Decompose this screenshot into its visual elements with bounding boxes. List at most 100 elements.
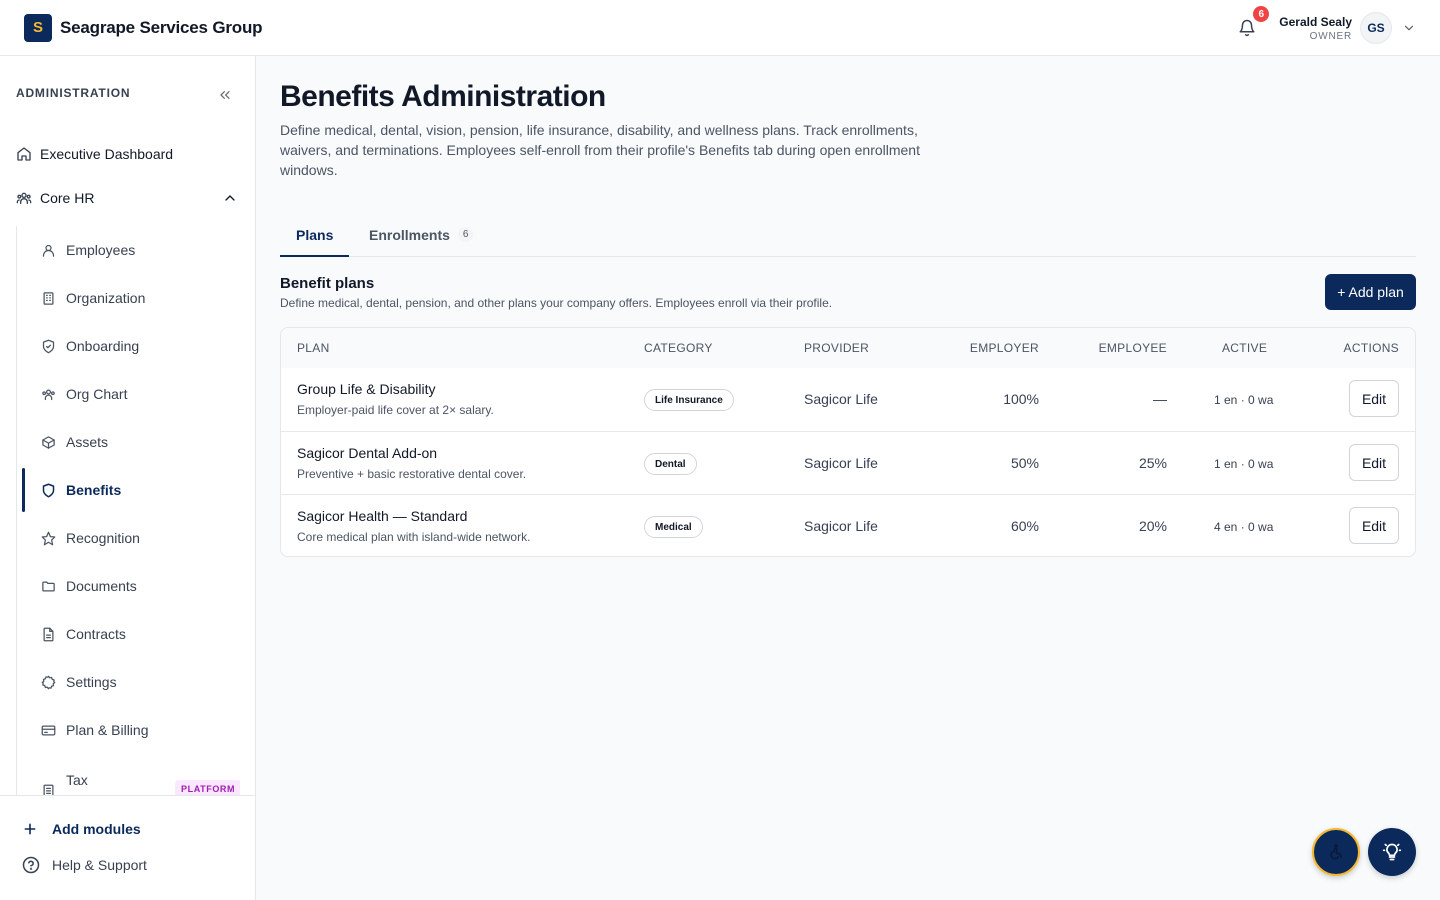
section-title: Benefit plans xyxy=(280,275,375,292)
platform-badge: PLATFORM xyxy=(175,780,240,796)
sidebar-item-label: Tax Reports xyxy=(66,772,115,796)
star-icon xyxy=(41,530,57,546)
sidebar-item-label: Org Chart xyxy=(66,386,128,402)
plan-name: Group Life & Disability xyxy=(297,381,436,397)
table-row: Sagicor Health — Standard Core medical p… xyxy=(281,494,1415,556)
avatar[interactable]: GS xyxy=(1360,12,1392,44)
user-icon xyxy=(41,242,57,258)
notifications-button[interactable]: 6 xyxy=(1235,6,1270,40)
column-header-employer: EMPLOYER xyxy=(969,341,1039,355)
shield-check-icon xyxy=(41,338,57,354)
table-row: Sagicor Dental Add-on Preventive + basic… xyxy=(281,431,1415,494)
sidebar-item-assets[interactable]: Assets xyxy=(17,420,240,464)
provider: Sagicor Life xyxy=(804,518,878,534)
active-count: 4 en · 0 wa xyxy=(1214,520,1274,534)
sidebar-item-documents[interactable]: Documents xyxy=(17,564,240,608)
employee-share: — xyxy=(1153,391,1167,407)
tab-label: Plans xyxy=(296,226,334,243)
section-description: Define medical, dental, pension, and oth… xyxy=(280,296,833,310)
core-hr-subnav: Employees Organization Onboarding Org Ch… xyxy=(16,226,240,796)
users-icon xyxy=(41,386,57,402)
sidebar-item-label: Documents xyxy=(66,578,137,594)
sidebar-item-employees[interactable]: Employees xyxy=(17,228,240,272)
sidebar-item-org-chart[interactable]: Org Chart xyxy=(17,372,240,416)
table-header: PLAN CATEGORY PROVIDER EMPLOYER EMPLOYEE… xyxy=(281,328,1415,368)
sidebar-item-executive-dashboard[interactable]: Executive Dashboard xyxy=(16,146,173,162)
sidebar-item-label: Plan & Billing xyxy=(66,722,149,738)
lightbulb-icon xyxy=(1382,842,1402,862)
brand[interactable]: S Seagrape Services Group xyxy=(24,13,263,42)
edit-button[interactable]: Edit xyxy=(1349,507,1399,544)
card-icon xyxy=(41,722,57,738)
accessibility-button[interactable] xyxy=(1312,828,1360,876)
sidebar-item-benefits[interactable]: Benefits xyxy=(17,468,240,512)
sidebar-item-label: Onboarding xyxy=(66,338,140,354)
category-badge: Dental xyxy=(644,453,697,475)
column-header-employee: EMPLOYEE xyxy=(1098,341,1167,355)
category-badge: Medical xyxy=(644,516,703,538)
sidebar-item-label: Employees xyxy=(66,242,136,258)
sidebar-item-label: Settings xyxy=(66,674,117,690)
edit-button[interactable]: Edit xyxy=(1349,444,1399,481)
file-icon xyxy=(41,626,57,642)
page-title: Benefits Administration xyxy=(280,80,606,113)
tab-enrollments[interactable]: Enrollments 6 xyxy=(369,212,474,257)
sidebar-item-plan-billing[interactable]: Plan & Billing xyxy=(17,708,240,752)
tab-bar: Plans Enrollments 6 xyxy=(280,212,1416,257)
plan-name: Sagicor Health — Standard xyxy=(297,508,468,524)
help-support-link[interactable]: Help & Support xyxy=(22,856,147,874)
box-icon xyxy=(41,434,57,450)
sidebar-group-core-hr[interactable]: Core HR xyxy=(16,190,94,206)
plan-name: Sagicor Dental Add-on xyxy=(297,445,438,461)
tab-plans[interactable]: Plans xyxy=(296,212,333,257)
home-icon xyxy=(16,146,32,162)
accessibility-icon xyxy=(1327,843,1345,861)
chevron-up-icon[interactable] xyxy=(222,190,238,206)
benefit-plans-table: PLAN CATEGORY PROVIDER EMPLOYER EMPLOYEE… xyxy=(280,327,1416,557)
add-plan-button[interactable]: + Add plan xyxy=(1325,274,1416,310)
shield-icon xyxy=(41,482,57,498)
tips-button[interactable] xyxy=(1368,828,1416,876)
sidebar-item-label: Core HR xyxy=(40,190,95,206)
tab-active-underline xyxy=(280,255,349,257)
sidebar-item-label: Recognition xyxy=(66,530,140,546)
folder-icon xyxy=(41,578,57,594)
company-name: Seagrape Services Group xyxy=(60,17,263,37)
plus-icon xyxy=(22,820,40,838)
help-support-label: Help & Support xyxy=(52,857,147,873)
category-badge: Life Insurance xyxy=(644,389,734,411)
sidebar-item-label: Contracts xyxy=(66,626,126,642)
sidebar-item-label: Organization xyxy=(66,290,146,306)
sidebar-item-settings[interactable]: Settings xyxy=(17,660,240,704)
employer-share: 50% xyxy=(1010,455,1039,471)
active-indicator xyxy=(22,468,25,512)
sidebar-item-label: Assets xyxy=(66,434,109,450)
user-role: OWNER xyxy=(1309,30,1352,42)
help-circle-icon xyxy=(22,856,40,874)
gear-icon xyxy=(41,674,57,690)
provider: Sagicor Life xyxy=(804,391,878,407)
column-header-active: ACTIVE xyxy=(1222,341,1268,355)
active-count: 1 en · 0 wa xyxy=(1214,393,1274,407)
sidebar: ADMINISTRATION Executive Dashboard Core … xyxy=(0,56,256,900)
enrollments-count-badge: 6 xyxy=(457,227,474,242)
top-bar: S Seagrape Services Group 6 Gerald Sealy… xyxy=(0,0,1440,56)
user-info[interactable]: Gerald Sealy OWNER xyxy=(1279,15,1352,42)
column-header-plan: PLAN xyxy=(297,341,330,355)
table-row: Group Life & Disability Employer-paid li… xyxy=(281,368,1415,431)
sidebar-item-tax-reports[interactable]: Tax Reports PLATFORM xyxy=(17,766,240,796)
plan-description: Core medical plan with island-wide netwo… xyxy=(297,530,531,544)
edit-button[interactable]: Edit xyxy=(1349,380,1399,417)
plan-description: Employer-paid life cover at 2× salary. xyxy=(297,403,494,417)
column-header-provider: PROVIDER xyxy=(804,341,870,355)
chevron-down-icon[interactable] xyxy=(1402,21,1416,35)
sidebar-item-organization[interactable]: Organization xyxy=(17,276,240,320)
employer-share: 100% xyxy=(1003,391,1039,407)
tab-label: Enrollments xyxy=(369,226,450,243)
add-modules-button[interactable]: Add modules xyxy=(22,820,141,838)
collapse-sidebar-button[interactable] xyxy=(214,84,236,106)
sidebar-item-onboarding[interactable]: Onboarding xyxy=(17,324,240,368)
sidebar-item-contracts[interactable]: Contracts xyxy=(17,612,240,656)
active-count: 1 en · 0 wa xyxy=(1214,457,1274,471)
sidebar-item-recognition[interactable]: Recognition xyxy=(17,516,240,560)
